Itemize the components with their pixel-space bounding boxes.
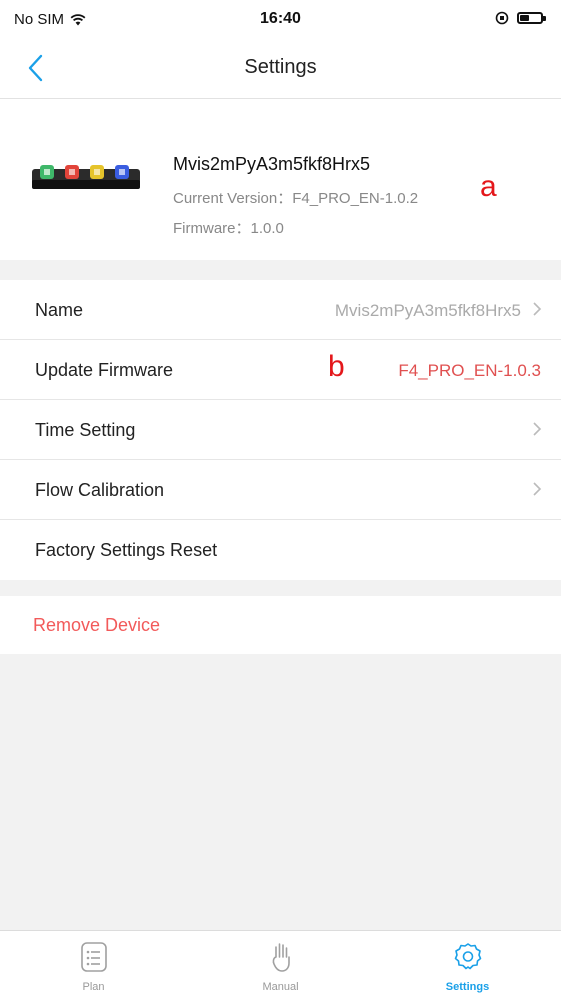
orientation-lock-icon	[495, 11, 509, 25]
setting-row-name[interactable]: Name Mvis2mPyA3m5fkf8Hrx5	[0, 280, 561, 340]
remove-device-label: Remove Device	[33, 615, 161, 635]
annotation-a: a	[480, 170, 497, 203]
tab-label: Manual	[262, 981, 299, 993]
status-right	[495, 11, 546, 25]
settings-list: Name Mvis2mPyA3m5fkf8Hrx5 Update Firmwar…	[0, 280, 561, 580]
setting-row-flow-calibration[interactable]: Flow Calibration	[0, 460, 561, 520]
tab-plan[interactable]: Plan	[0, 931, 187, 993]
status-time: 16:40	[260, 10, 301, 27]
chevron-right-icon	[533, 302, 542, 316]
setting-label: Factory Settings Reset	[35, 540, 218, 560]
setting-label: Time Setting	[35, 420, 136, 440]
current-version: Current Version：F4_PRO_EN-1.0.2	[173, 190, 419, 207]
annotation-b: b	[328, 350, 345, 383]
setting-label: Update Firmware	[35, 360, 174, 380]
firmware-version: Firmware：1.0.0	[173, 220, 284, 237]
chevron-right-icon	[533, 422, 542, 436]
tab-label: Settings	[445, 981, 490, 993]
chevron-right-icon	[533, 482, 542, 496]
setting-row-factory-reset[interactable]: Factory Settings Reset	[0, 520, 561, 580]
battery-level	[520, 15, 529, 21]
setting-value: F4_PRO_EN-1.0.3	[398, 361, 541, 380]
setting-value: Mvis2mPyA3m5fkf8Hrx5	[334, 301, 521, 320]
list-icon	[80, 942, 107, 972]
tab-bar: Plan Manual Settings	[0, 930, 561, 993]
tab-label: Plan	[82, 981, 105, 993]
tab-settings[interactable]: Settings	[374, 931, 561, 993]
nav-bar: Settings	[0, 38, 561, 99]
setting-row-update-firmware[interactable]: Update Firmware b F4_PRO_EN-1.0.3	[0, 340, 561, 400]
status-bar: No SIM 16:40	[0, 0, 561, 38]
gear-icon	[454, 943, 481, 970]
setting-label: Flow Calibration	[35, 480, 165, 500]
page-title: Settings	[244, 56, 317, 78]
setting-label: Name	[35, 300, 84, 320]
remove-device-button[interactable]: Remove Device	[0, 596, 561, 654]
battery-icon	[517, 12, 546, 24]
device-name: Mvis2mPyA3m5fkf8Hrx5	[173, 154, 371, 174]
device-info-card: Mvis2mPyA3m5fkf8Hrx5 Current Version：F4_…	[0, 99, 561, 260]
setting-row-time-setting[interactable]: Time Setting	[0, 400, 561, 460]
hand-icon	[272, 943, 290, 972]
device-image	[32, 165, 140, 189]
tab-manual[interactable]: Manual	[187, 931, 374, 993]
